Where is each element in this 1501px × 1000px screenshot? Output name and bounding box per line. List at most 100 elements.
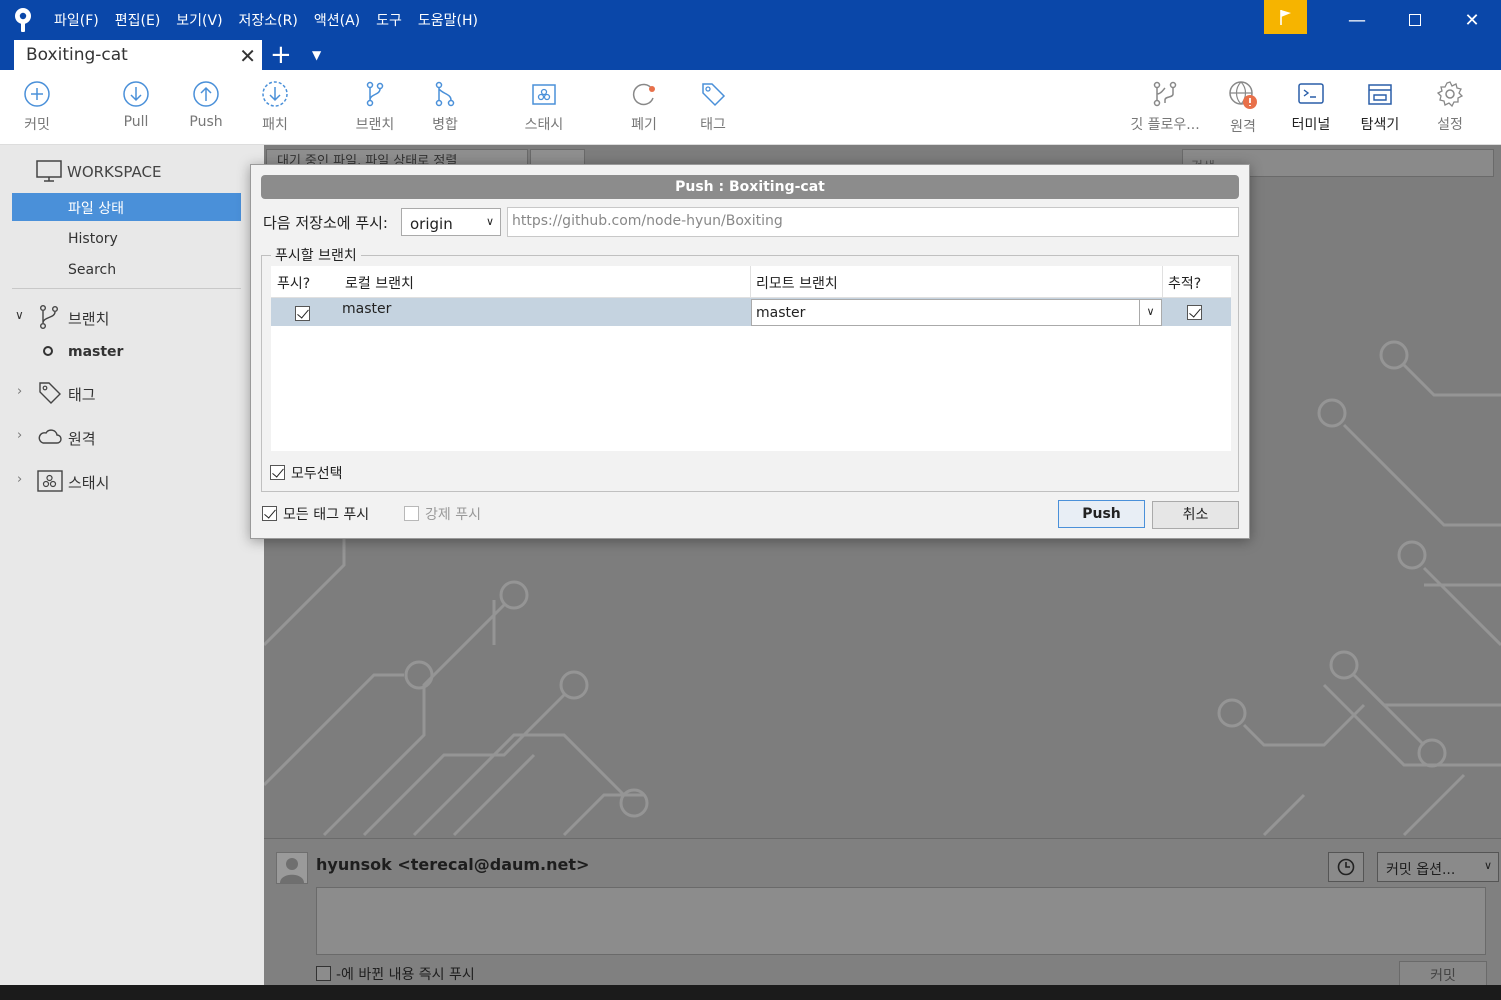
add-tab-icon[interactable]: +	[270, 42, 292, 68]
branch-table: 푸시? 로컬 브랜치 리모트 브랜치 추적? master master ∨	[271, 266, 1231, 451]
push-to-label: 다음 저장소에 푸시:	[263, 214, 388, 232]
repo-tab-label: Boxiting-cat	[26, 45, 128, 65]
col-remote-branch: 리모트 브랜치	[756, 276, 838, 292]
local-branch-name: master	[342, 301, 392, 317]
push-icon	[193, 81, 219, 107]
settings-label: 설정	[1437, 117, 1463, 133]
cancel-button[interactable]: 취소	[1152, 501, 1239, 529]
sidebar-item-master[interactable]: master	[68, 344, 123, 360]
branches-expand-chevron-icon[interactable]: ∨	[15, 308, 24, 322]
patch-label: 패치	[262, 117, 288, 133]
select-all-checkbox[interactable]	[270, 465, 285, 480]
pull-label: Pull	[123, 114, 149, 130]
sidebar-item-search[interactable]: Search	[68, 262, 116, 278]
remotes-expand-chevron-icon[interactable]: ›	[17, 428, 22, 443]
remote-branch-select[interactable]: master ∨	[751, 299, 1162, 326]
branch-button[interactable]: 브랜치	[340, 80, 410, 134]
clock-icon	[1337, 858, 1355, 876]
force-push-checkbox[interactable]	[404, 506, 419, 521]
merge-label: 병합	[432, 117, 458, 133]
stash-icon	[532, 84, 556, 105]
discard-button[interactable]: 폐기	[609, 80, 679, 134]
push-all-tags-label: 모든 태그 푸시	[283, 507, 370, 523]
push-branch-checkbox[interactable]	[295, 306, 310, 321]
sidebar-item-stashes[interactable]: 스태시	[68, 472, 109, 493]
patch-button[interactable]: 패치	[240, 80, 310, 134]
push-immediately-label: -에 바뀐 내용 즉시 푸시	[336, 967, 475, 983]
minimize-button[interactable]: —	[1328, 0, 1386, 40]
remote-select-value: origin	[410, 215, 453, 233]
push-button[interactable]: Push	[1058, 500, 1145, 528]
col-push: 푸시?	[277, 276, 311, 292]
commit-submit-label: 커밋	[1430, 968, 1456, 984]
remote-select[interactable]: origin ∨	[401, 208, 501, 236]
tags-expand-chevron-icon[interactable]: ›	[17, 384, 22, 399]
flag-button[interactable]	[1264, 0, 1307, 34]
commit-message-input[interactable]	[316, 887, 1486, 955]
stash-button[interactable]: 스태시	[509, 80, 579, 134]
settings-button[interactable]: 설정	[1415, 80, 1485, 134]
col-local-branch: 로컬 브랜치	[345, 276, 414, 292]
remote-url-field: https://github.com/node-hyun/Boxiting	[507, 207, 1239, 237]
menu-edit[interactable]: 편집(E)	[115, 10, 161, 30]
file-status-label: 파일 상태	[68, 201, 124, 217]
tab-list-chevron-icon[interactable]: ▼	[312, 48, 321, 62]
tag-button[interactable]: 태그	[678, 80, 748, 134]
push-immediately-checkbox[interactable]	[316, 966, 331, 981]
maximize-button[interactable]	[1386, 0, 1444, 40]
menu-actions[interactable]: 액션(A)	[314, 10, 360, 30]
tag-icon	[39, 382, 61, 404]
menu-repository[interactable]: 저장소(R)	[239, 10, 298, 30]
close-tab-icon[interactable]: ✕	[239, 44, 256, 68]
menu-file[interactable]: 파일(F)	[54, 10, 99, 30]
push-toolbar-button[interactable]: Push	[171, 80, 241, 130]
col-divider	[750, 266, 751, 298]
push-all-tags-checkbox[interactable]	[262, 506, 277, 521]
push-button-label: Push	[1082, 506, 1121, 522]
commit-options-dropdown[interactable]: 커밋 옵션... ∨	[1377, 852, 1499, 882]
sidebar-item-tags[interactable]: 태그	[68, 384, 96, 405]
table-row[interactable]: master master ∨	[271, 298, 1231, 326]
select-all-label: 모두선택	[291, 466, 343, 482]
branch-label: 브랜치	[355, 117, 395, 133]
menu-view[interactable]: 보기(V)	[176, 10, 222, 30]
commit-submit-button[interactable]: 커밋	[1399, 961, 1487, 987]
user-avatar-icon	[280, 858, 304, 883]
branches-group-label: 푸시할 브랜치	[271, 245, 361, 265]
sidebar: WORKSPACE 파일 상태 History Search ∨ 브랜치 mas…	[0, 145, 264, 1000]
chevron-down-icon[interactable]: ∨	[1139, 300, 1161, 325]
menu-help[interactable]: 도움말(H)	[418, 10, 478, 30]
track-branch-checkbox[interactable]	[1187, 305, 1202, 320]
sidebar-item-file-status[interactable]: 파일 상태	[12, 193, 241, 221]
commit-history-button[interactable]	[1328, 852, 1364, 882]
sourcetree-logo-icon	[15, 8, 31, 32]
cancel-button-label: 취소	[1182, 507, 1209, 523]
remote-branch-value: master	[756, 305, 806, 321]
sidebar-item-history[interactable]: History	[68, 231, 118, 247]
push-label: Push	[189, 114, 223, 130]
remote-button[interactable]: 원격	[1208, 80, 1278, 136]
sidebar-item-remotes[interactable]: 원격	[68, 428, 96, 449]
gitflow-button[interactable]: 깃 플로우...	[1122, 80, 1208, 134]
branch-icon	[40, 305, 58, 330]
cloud-icon	[38, 429, 62, 444]
sidebar-item-branches[interactable]: 브랜치	[68, 308, 109, 329]
explorer-button[interactable]: 탐색기	[1345, 80, 1415, 134]
menu-tools[interactable]: 도구	[376, 10, 402, 30]
stashes-expand-chevron-icon[interactable]: ›	[17, 472, 22, 487]
discard-icon	[632, 83, 655, 106]
avatar	[276, 852, 308, 884]
close-icon: ✕	[1464, 9, 1480, 31]
commit-button[interactable]: 커밋	[2, 80, 72, 134]
table-header: 푸시? 로컬 브랜치 리모트 브랜치 추적?	[271, 266, 1231, 298]
workspace-header: WORKSPACE	[67, 163, 162, 181]
commit-icon	[24, 81, 50, 107]
terminal-button[interactable]: 터미널	[1276, 80, 1346, 134]
chevron-down-icon: ∨	[1483, 859, 1492, 872]
repo-tab[interactable]: Boxiting-cat ✕	[14, 40, 262, 70]
merge-button[interactable]: 병합	[410, 80, 480, 134]
commit-label: 커밋	[24, 117, 50, 133]
close-window-button[interactable]: ✕	[1443, 0, 1501, 40]
pull-button[interactable]: Pull	[101, 80, 171, 130]
col-track: 추적?	[1168, 276, 1202, 292]
